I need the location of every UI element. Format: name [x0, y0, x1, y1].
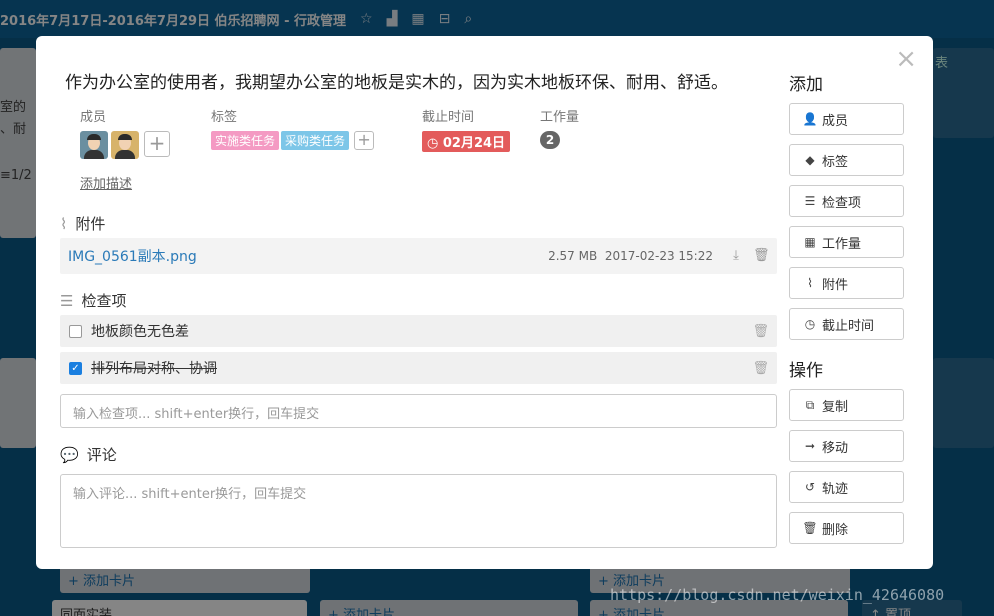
attachment-size: 2.57 MB	[548, 249, 598, 263]
add-label-button[interactable]: ◆ 标签	[789, 144, 904, 176]
checklist-heading-text: 检查项	[81, 292, 127, 310]
arrow-right-icon: ➞	[804, 439, 816, 453]
comments-heading-text: 评论	[86, 446, 117, 464]
trash-icon: 🗑	[802, 521, 818, 535]
move-button[interactable]: ➞ 移动	[789, 430, 904, 462]
add-workload-button[interactable]: ▦ 工作量	[789, 226, 904, 258]
tag-chip[interactable]: 采购类任务	[281, 131, 350, 150]
list-icon: ☰	[804, 194, 816, 208]
card-detail-modal: × 作为办公室的使用者，我期望办公室的地板是实木的，因为实木地板环保、耐用、舒适…	[36, 36, 933, 569]
add-checklist-button[interactable]: ☰ 检查项	[789, 185, 904, 217]
add-tag-plus-icon[interactable]: +	[354, 131, 375, 150]
add-member-button[interactable]: 👤 成员	[789, 103, 904, 135]
due-date-badge[interactable]: ◷ 02月24日	[422, 131, 511, 152]
workload-label: 工作量	[540, 110, 580, 125]
list-icon: ☰	[60, 291, 74, 310]
trash-icon[interactable]: 🗑	[753, 248, 770, 264]
watermark: https://blog.csdn.net/weixin_42646080	[610, 586, 945, 604]
comments-heading: 💬 评论	[60, 444, 117, 465]
due-section: 截止时间 ◷ 02月24日	[422, 106, 511, 152]
avatar[interactable]	[80, 131, 108, 159]
avatar[interactable]	[111, 131, 139, 159]
add-attachment-label: 附件	[822, 277, 849, 293]
paperclip-icon: ⌇	[807, 276, 813, 290]
attachment-date: 2017-02-23 15:22	[604, 249, 713, 263]
checklist-item: ✓ 排列布局对称、协调 🗑	[60, 352, 777, 384]
tag-chip[interactable]: 实施类任务	[211, 131, 280, 150]
copy-icon: ⧉	[805, 397, 815, 412]
checklist-checkbox[interactable]	[69, 324, 82, 338]
copy-button[interactable]: ⧉ 复制	[789, 389, 904, 421]
add-due-date-button[interactable]: ◷ 截止时间	[789, 308, 904, 340]
comment-input[interactable]: 输入评论... shift+enter换行，回车提交	[60, 474, 777, 548]
add-attachment-button[interactable]: ⌇ 附件	[789, 267, 904, 299]
modal-sidebar: 添加 👤 成员 ◆ 标签 ☰ 检查项 ▦ 工作量 ⌇ 附件 ◷ 截止时间 操作 ⧉ 复制 ➞ 移…	[789, 70, 905, 553]
add-member-plus-icon[interactable]: +	[144, 131, 170, 157]
workload-section: 工作量 2	[540, 106, 579, 149]
members-label: 成员	[80, 110, 107, 125]
download-icon[interactable]: ⤓	[729, 248, 743, 264]
comment-icon: 💬	[60, 445, 79, 464]
clock-icon: ◷	[427, 136, 443, 151]
attachment-meta: 2.57 MB 2017-02-23 15:22	[548, 249, 713, 263]
tag-icon: ◆	[805, 153, 815, 167]
history-label: 轨迹	[822, 481, 849, 497]
paperclip-icon: ⌇	[60, 214, 68, 233]
checklist-item-text[interactable]: 排列布局对称、协调	[91, 358, 217, 378]
add-checklist-label: 检查项	[822, 195, 862, 211]
delete-button[interactable]: 🗑 删除	[789, 512, 904, 544]
add-heading: 添加	[789, 75, 823, 95]
labels-label: 标签	[211, 110, 238, 125]
due-label: 截止时间	[422, 110, 475, 125]
members-section: 成员 +	[80, 106, 170, 159]
checklist-item: 地板颜色无色差 🗑	[60, 315, 777, 347]
checklist-item-text[interactable]: 地板颜色无色差	[91, 321, 189, 341]
delete-label: 删除	[822, 522, 849, 538]
add-due-date-label: 截止时间	[822, 318, 875, 334]
checklist-input[interactable]: 输入检查项... shift+enter换行，回车提交	[60, 394, 777, 428]
labels-section: 标签 实施类任务 采购类任务 +	[211, 106, 375, 150]
attachment-link[interactable]: IMG_0561副本.png	[68, 246, 197, 266]
add-label-label: 标签	[822, 154, 849, 170]
attachments-heading: ⌇ 附件	[60, 213, 105, 234]
attachments-heading-text: 附件	[75, 215, 106, 233]
attachment-row: IMG_0561副本.png 2.57 MB 2017-02-23 15:22 …	[60, 238, 777, 274]
history-icon: ↺	[804, 480, 816, 494]
move-label: 移动	[822, 440, 849, 456]
trash-icon[interactable]: 🗑	[752, 361, 769, 376]
add-description-link[interactable]: 添加描述	[80, 173, 132, 192]
due-date-text: 02月24日	[442, 136, 506, 151]
trash-icon[interactable]: 🗑	[752, 324, 769, 339]
checklist-heading: ☰ 检查项	[60, 290, 126, 311]
checklist-checkbox-checked[interactable]: ✓	[69, 361, 82, 375]
workload-badge[interactable]: 2	[540, 131, 560, 149]
actions-heading: 操作	[789, 361, 823, 381]
history-button[interactable]: ↺ 轨迹	[789, 471, 904, 503]
add-workload-label: 工作量	[822, 236, 862, 252]
clock-icon: ◷	[804, 317, 816, 331]
grid-icon: ▦	[804, 235, 816, 249]
add-member-label: 成员	[822, 113, 849, 129]
copy-label: 复制	[822, 399, 849, 415]
card-title[interactable]: 作为办公室的使用者，我期望办公室的地板是实木的，因为实木地板环保、耐用、舒适。	[65, 68, 765, 93]
user-plus-icon: 👤	[802, 112, 818, 126]
